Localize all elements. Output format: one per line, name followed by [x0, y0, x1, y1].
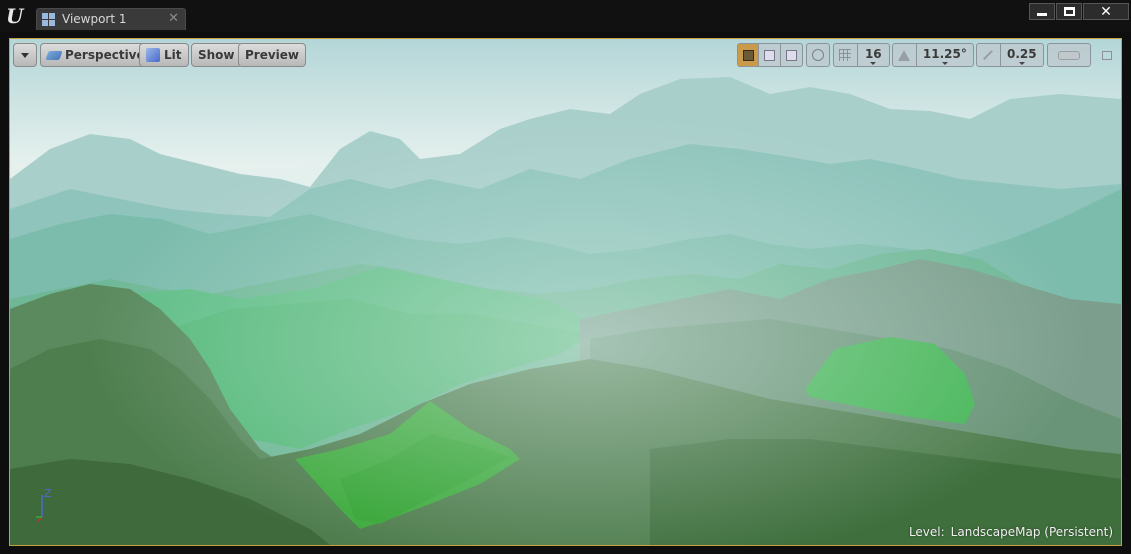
camera-speed-dropdown[interactable] [1047, 43, 1091, 67]
tab-label: Viewport 1 [62, 12, 127, 26]
level-status: Level: LandscapeMap (Persistent) [903, 525, 1113, 539]
viewport-icon [42, 13, 55, 26]
tab-close-icon[interactable]: ✕ [168, 11, 179, 26]
minimize-button[interactable] [1029, 3, 1055, 20]
perspective-button[interactable]: Perspective [40, 43, 152, 67]
grid-snap-toggle[interactable] [834, 44, 858, 66]
scale-mode-button[interactable] [781, 44, 802, 66]
show-label: Show [198, 48, 235, 62]
scale-snap-toggle[interactable] [977, 44, 1001, 66]
world-icon [812, 49, 824, 61]
translate-icon [742, 49, 754, 61]
coordinate-system-button[interactable] [806, 43, 830, 67]
caret-icon [941, 62, 948, 65]
rotate-mode-button[interactable] [759, 44, 781, 66]
rotation-snap-value-dropdown[interactable]: 11.25° [917, 44, 973, 66]
transform-mode-group [737, 43, 803, 67]
camera-speed-wrap [1048, 44, 1090, 66]
window-controls: ✕ [1028, 3, 1129, 21]
grid-icon [839, 49, 852, 61]
preview-button[interactable]: Preview [238, 43, 307, 67]
level-name: LandscapeMap (Persistent) [950, 525, 1113, 539]
close-icon: ✕ [1100, 3, 1112, 20]
caret-icon [1018, 62, 1025, 65]
camera-speed-icon [1058, 50, 1080, 60]
grid-snap-value-dropdown[interactable]: 16 [858, 44, 889, 66]
maximize-button[interactable] [1056, 3, 1082, 20]
scale-snap-value-dropdown[interactable]: 0.25 [1001, 44, 1043, 66]
rotation-snap-value: 11.25° [922, 46, 967, 61]
angle-icon [898, 49, 911, 61]
axis-gizmo: Z [36, 487, 52, 522]
unreal-engine-logo-icon: U [6, 4, 24, 28]
rotation-snap-group: 11.25° [892, 43, 974, 67]
caret-icon [870, 62, 877, 65]
level-label: Level: [908, 525, 945, 539]
close-window-button[interactable]: ✕ [1083, 3, 1129, 20]
world-icon-wrap [807, 44, 829, 66]
scale-snap-value: 0.25 [1007, 46, 1037, 61]
perspective-label: Perspective [65, 48, 145, 62]
scale-arrow-icon [983, 50, 994, 60]
tab-viewport-1[interactable]: Viewport 1 ✕ [36, 8, 186, 30]
viewport-options-dropdown[interactable] [13, 43, 37, 67]
lit-sphere-icon [146, 48, 160, 62]
maximize-icon [1063, 7, 1075, 16]
landscape-scene[interactable] [10, 39, 1121, 545]
show-button[interactable]: Show [191, 43, 242, 67]
preview-label: Preview [245, 48, 300, 62]
rotate-icon [764, 49, 776, 61]
scale-snap-group: 0.25 [976, 43, 1044, 67]
level-viewport[interactable]: Perspective Lit Show Preview 16 11.25° 0… [9, 38, 1122, 546]
camera-perspective-icon [45, 50, 63, 60]
grid-snap-group: 16 [833, 43, 890, 67]
translate-mode-button[interactable] [738, 44, 760, 66]
lit-label: Lit [164, 48, 182, 62]
minimize-icon [1037, 12, 1047, 16]
scale-icon [785, 49, 797, 61]
maximize-viewport-icon[interactable] [1102, 51, 1112, 60]
chevron-down-icon [21, 52, 29, 58]
title-bar: U Viewport 1 ✕ ✕ [0, 0, 1131, 32]
grid-snap-value: 16 [864, 46, 882, 61]
rotation-snap-toggle[interactable] [893, 44, 917, 66]
z-axis-label: Z [44, 487, 52, 500]
lit-view-mode-button[interactable]: Lit [139, 43, 189, 67]
